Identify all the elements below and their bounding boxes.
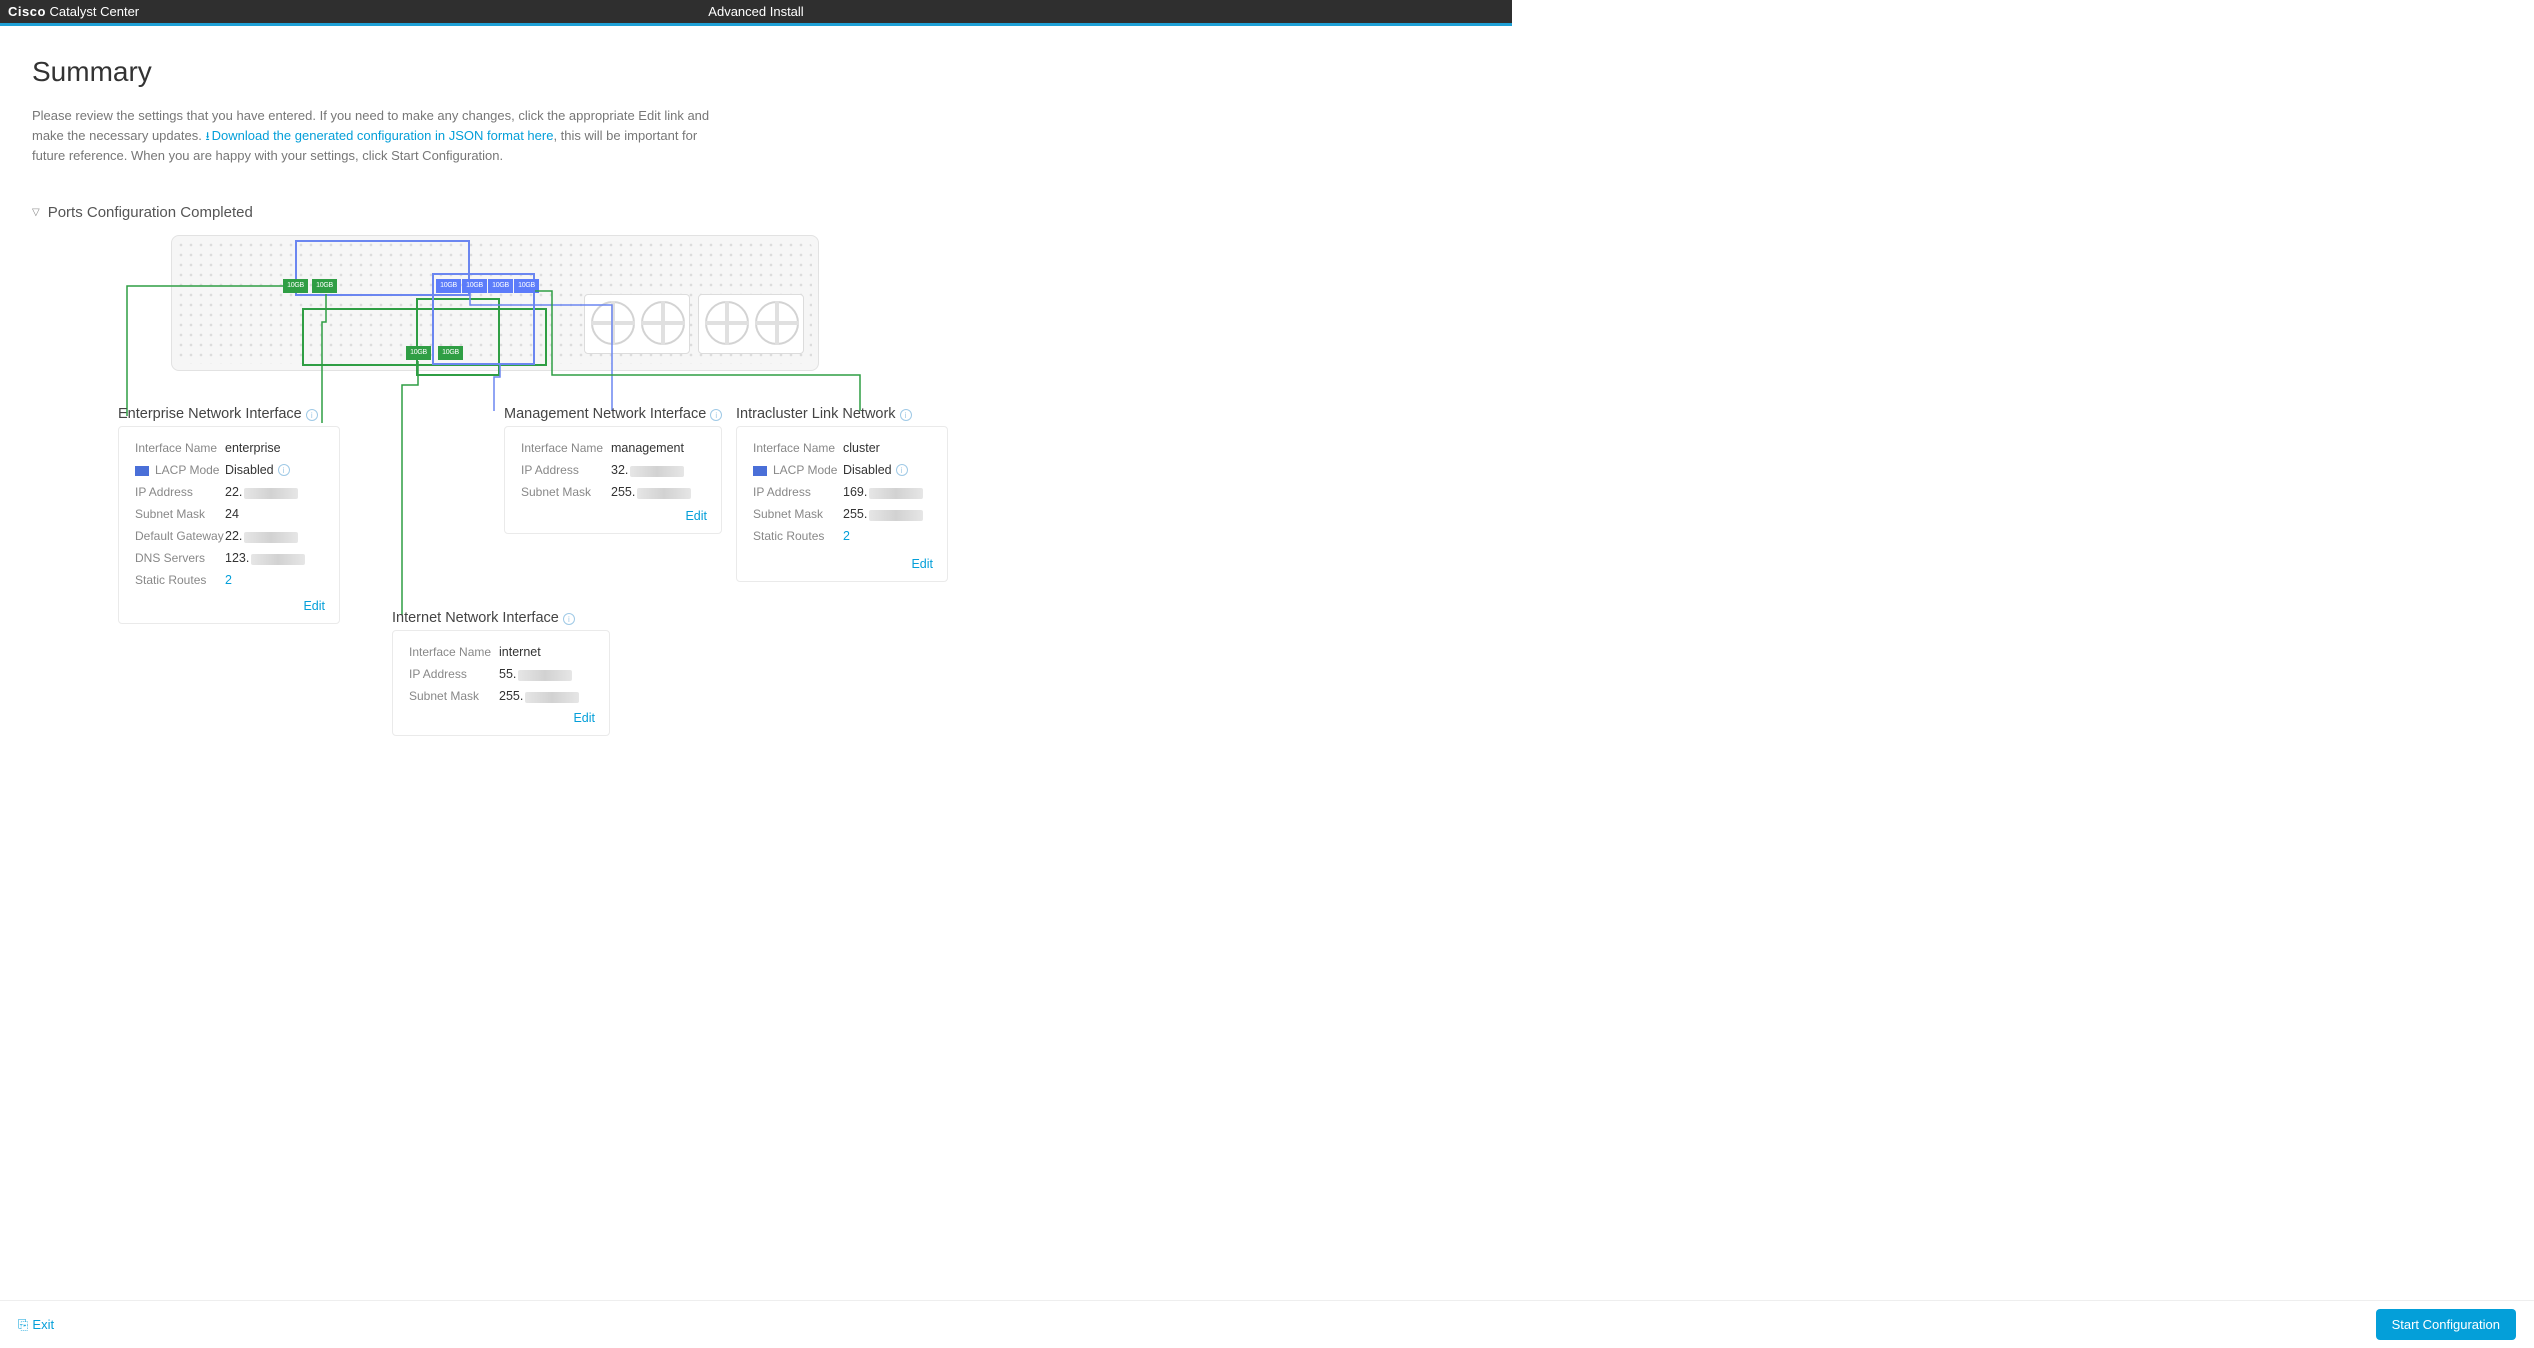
value: Disabled <box>225 463 274 477</box>
label: Interface Name <box>409 645 499 659</box>
page-body: Summary Please review the settings that … <box>0 26 1512 755</box>
section-ports-header[interactable]: ▽ Ports Configuration Completed <box>32 204 1480 221</box>
edit-enterprise-link[interactable]: Edit <box>303 599 325 613</box>
label: LACP Mode <box>135 463 225 477</box>
exit-label: Exit <box>32 1317 54 1332</box>
port-10gb-blue-icon: 10GB <box>514 279 539 293</box>
redacted-icon <box>244 532 298 543</box>
brand-light: Catalyst Center <box>50 4 140 19</box>
label: Static Routes <box>753 529 843 543</box>
info-icon[interactable]: i <box>306 409 318 421</box>
redacted-icon <box>244 488 298 499</box>
edit-management-link[interactable]: Edit <box>685 509 707 523</box>
redacted-icon <box>630 466 684 477</box>
label: Interface Name <box>753 441 843 455</box>
redacted-icon <box>869 510 923 521</box>
label: Static Routes <box>135 573 225 587</box>
brand: Cisco Catalyst Center <box>8 4 139 19</box>
port-10gb-green-icon: 10GB <box>406 346 431 360</box>
redacted-icon <box>637 488 691 499</box>
panel-title-cluster: Intracluster Link Networki <box>736 406 912 422</box>
label: LACP Mode <box>753 463 843 477</box>
info-icon[interactable]: i <box>900 409 912 421</box>
panel-title-management: Management Network Interfacei <box>504 406 722 422</box>
fan-icon <box>755 301 799 345</box>
panel-title-internet: Internet Network Interfacei <box>392 610 575 626</box>
info-icon[interactable]: i <box>896 464 908 476</box>
lacp-swatch-icon <box>753 466 767 476</box>
port-10gb-green-icon: 10GB <box>283 279 308 293</box>
download-icon: ⭳ <box>205 129 209 143</box>
value: 169. <box>843 485 923 499</box>
fan-icon <box>641 301 685 345</box>
start-configuration-button[interactable]: Start Configuration <box>2376 1309 2516 1340</box>
intro-text: Please review the settings that you have… <box>32 106 732 166</box>
label: Subnet Mask <box>135 507 225 521</box>
value: enterprise <box>225 441 281 455</box>
fan-icon <box>591 301 635 345</box>
psu-icon <box>584 294 690 354</box>
label: IP Address <box>135 485 225 499</box>
label: IP Address <box>409 667 499 681</box>
lacp-swatch-icon <box>135 466 149 476</box>
fan-icon <box>705 301 749 345</box>
static-routes-link[interactable]: 2 <box>225 573 232 587</box>
value: internet <box>499 645 541 659</box>
port-10gb-blue-icon: 10GB <box>436 279 461 293</box>
static-routes-link[interactable]: 2 <box>843 529 850 543</box>
redacted-icon <box>518 670 572 681</box>
panel-management: Interface Namemanagement IP Address32. S… <box>504 426 722 534</box>
redacted-icon <box>869 488 923 499</box>
panel-internet: Interface Nameinternet IP Address55. Sub… <box>392 630 610 736</box>
chevron-down-icon: ▽ <box>32 207 40 218</box>
exit-icon: ⎘ <box>18 1317 28 1333</box>
port-10gb-blue-icon: 10GB <box>488 279 513 293</box>
label: IP Address <box>753 485 843 499</box>
app-header: Cisco Catalyst Center Advanced Install <box>0 0 1512 23</box>
value: 22. <box>225 529 298 543</box>
value: 32. <box>611 463 684 477</box>
value: cluster <box>843 441 880 455</box>
redacted-icon <box>525 692 579 703</box>
page-title: Summary <box>32 56 1480 88</box>
panel-enterprise: Interface Nameenterprise LACP ModeDisabl… <box>118 426 340 624</box>
value: management <box>611 441 684 455</box>
value: 123. <box>225 551 305 565</box>
label: IP Address <box>521 463 611 477</box>
header-title: Advanced Install <box>708 4 803 19</box>
port-10gb-green-icon: 10GB <box>438 346 463 360</box>
psu-icon <box>698 294 804 354</box>
value: Disabled <box>843 463 892 477</box>
download-json-link[interactable]: Download the generated configuration in … <box>212 128 554 143</box>
label: Interface Name <box>521 441 611 455</box>
redacted-icon <box>251 554 305 565</box>
section-title: Ports Configuration Completed <box>48 204 253 221</box>
info-icon[interactable]: i <box>278 464 290 476</box>
brand-strong: Cisco <box>8 4 46 19</box>
panel-cluster: Interface Namecluster LACP ModeDisabled i… <box>736 426 948 582</box>
value: 24 <box>225 507 239 521</box>
port-10gb-green-icon: 10GB <box>312 279 337 293</box>
value: 255. <box>843 507 923 521</box>
exit-button[interactable]: ⎘ Exit <box>18 1317 54 1333</box>
edit-internet-link[interactable]: Edit <box>573 711 595 725</box>
label: Interface Name <box>135 441 225 455</box>
panel-title-enterprise: Enterprise Network Interfacei <box>118 406 318 422</box>
value: 255. <box>611 485 691 499</box>
label: Subnet Mask <box>409 689 499 703</box>
value: 22. <box>225 485 298 499</box>
footer: ⎘ Exit Start Configuration <box>0 1300 2534 1348</box>
port-10gb-blue-icon: 10GB <box>462 279 487 293</box>
label: Default Gateway <box>135 529 225 543</box>
info-icon[interactable]: i <box>563 613 575 625</box>
label: DNS Servers <box>135 551 225 565</box>
edit-cluster-link[interactable]: Edit <box>911 557 933 571</box>
label: Subnet Mask <box>753 507 843 521</box>
value: 55. <box>499 667 572 681</box>
info-icon[interactable]: i <box>710 409 722 421</box>
value: 255. <box>499 689 579 703</box>
label: Subnet Mask <box>521 485 611 499</box>
ports-diagram: 10GB 10GB 10GB 10GB 10GB 10GB 10GB 10GB … <box>32 235 952 755</box>
